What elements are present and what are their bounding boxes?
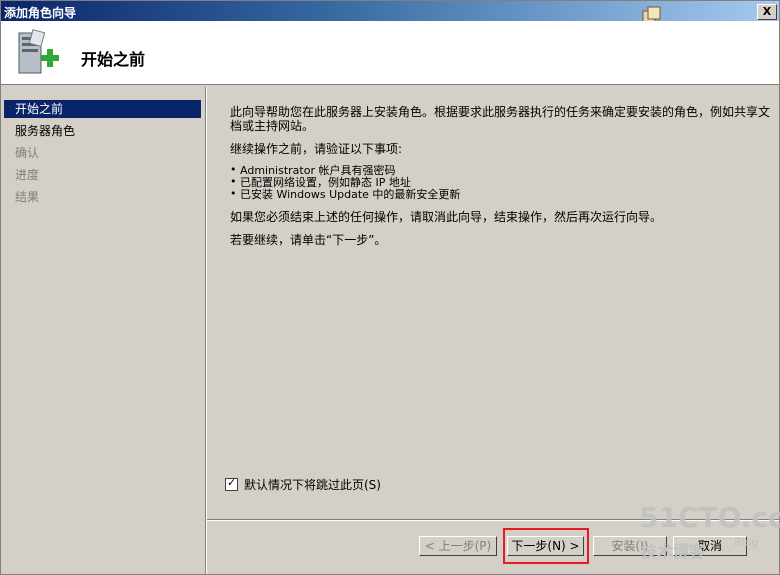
wizard-window: 添加角色向导 X 开始之前 开始之前 服务器角色 确认 进度 结果 此向导帮助您…: [0, 0, 780, 575]
wizard-header: 开始之前: [1, 21, 779, 85]
checkmark-icon: ✓: [227, 476, 237, 489]
watermark-logo: 51CTO.com: [639, 501, 780, 534]
back-button[interactable]: < 上一步(P): [419, 536, 497, 556]
cancel-note: 如果您必须结束上述的任何操作，请取消此向导，结束操作，然后再次运行向导。: [230, 210, 663, 224]
intro-text: 此向导帮助您在此服务器上安装角色。根据要求此服务器执行的任务来确定要安装的角色，…: [230, 105, 771, 133]
wizard-content: 此向导帮助您在此服务器上安装角色。根据要求此服务器执行的任务来确定要安装的角色，…: [230, 105, 770, 256]
wizard-steps-sidebar: 开始之前 服务器角色 确认 进度 结果: [1, 98, 204, 574]
sidebar-item-before-you-begin[interactable]: 开始之前: [4, 100, 201, 118]
sidebar-item-server-roles[interactable]: 服务器角色: [4, 122, 201, 140]
continue-note: 若要继续，请单击“下一步”。: [230, 233, 387, 247]
watermark-subtitle: 技术博客: [641, 542, 706, 561]
skip-page-label[interactable]: 默认情况下将跳过此页(S): [244, 476, 381, 493]
list-item: • 已安装 Windows Update 中的最新安全更新: [230, 187, 461, 201]
sidebar-item-results: 结果: [15, 190, 40, 204]
title-bar: 添加角色向导 X: [1, 1, 779, 24]
watermark-blog: Blog: [734, 536, 759, 549]
verify-heading: 继续操作之前，请验证以下事项:: [230, 142, 403, 156]
server-add-icon: [18, 29, 59, 74]
window-title: 添加角色向导: [4, 6, 77, 20]
sidebar-divider: [205, 87, 207, 574]
prerequisite-list: • Administrator 帐户具有强密码 • 已配置网络设置，例如静态 IP …: [230, 164, 770, 201]
next-button-highlight: [503, 528, 589, 564]
sidebar-item-progress: 进度: [15, 168, 40, 182]
sidebar-item-confirmation: 确认: [15, 146, 40, 160]
close-button[interactable]: X: [757, 4, 777, 20]
page-title: 开始之前: [81, 50, 146, 69]
skip-page-checkbox[interactable]: ✓: [225, 476, 238, 491]
skip-page-option[interactable]: ✓ 默认情况下将跳过此页(S): [225, 476, 381, 493]
